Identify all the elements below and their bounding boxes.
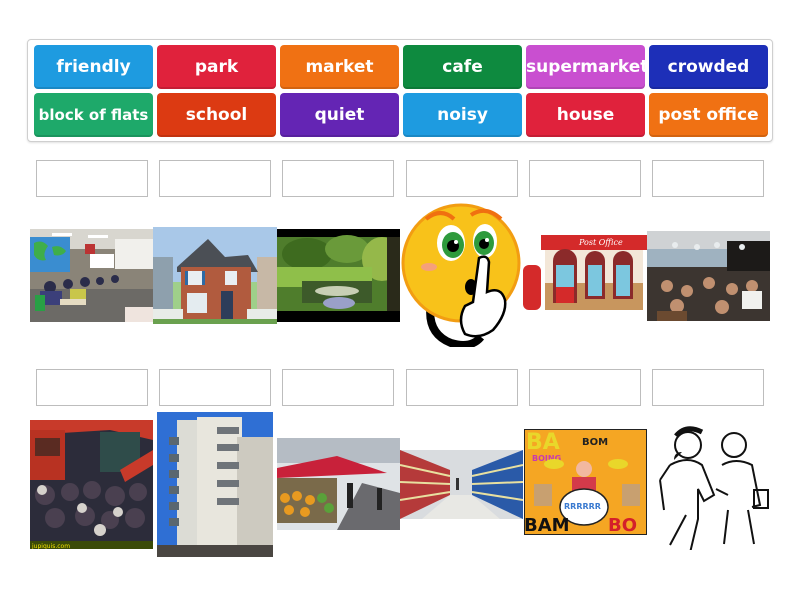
drop-zone[interactable] xyxy=(159,369,271,406)
tile-post-office[interactable]: post office xyxy=(649,93,768,137)
image-crowded-bus: jupiquis.com xyxy=(30,420,153,549)
image-noisy-drummer: BA BOM BOING RRRRRR BAM BO xyxy=(524,429,647,541)
tile-house[interactable]: house xyxy=(526,93,645,137)
word-bank: friendly park market cafe supermarket cr… xyxy=(27,39,773,142)
drop-zone[interactable] xyxy=(652,160,764,197)
drop-zone[interactable] xyxy=(406,369,518,406)
image-school-classroom xyxy=(30,229,153,322)
comic-bom: BOM xyxy=(582,437,608,448)
tile-market[interactable]: market xyxy=(280,45,399,89)
drop-zone[interactable] xyxy=(282,160,394,197)
image-park xyxy=(277,229,400,322)
drop-zone[interactable] xyxy=(36,369,148,406)
comic-bam: BAM xyxy=(524,515,570,536)
tile-school[interactable]: school xyxy=(157,93,276,137)
image-house xyxy=(153,227,277,324)
svg-text:BA: BA xyxy=(526,430,560,455)
image-friendly-handshake xyxy=(648,420,772,550)
tile-supermarket[interactable]: supermarket xyxy=(526,45,648,89)
drop-zone[interactable] xyxy=(529,160,641,197)
drop-zone[interactable] xyxy=(282,369,394,406)
post-office-sign: Post Office xyxy=(578,238,623,247)
svg-text:BO: BO xyxy=(608,515,637,536)
tile-cafe[interactable]: cafe xyxy=(403,45,522,89)
image-supermarket xyxy=(400,450,523,519)
tile-block-of-flats[interactable]: block of flats xyxy=(34,93,153,137)
tile-noisy[interactable]: noisy xyxy=(403,93,522,137)
comic-rrr: RRRRRR xyxy=(564,502,601,511)
image-quiet-emoji xyxy=(401,203,522,347)
tile-crowded[interactable]: crowded xyxy=(649,45,768,89)
image-post-office: Post Office xyxy=(523,233,647,319)
tile-friendly[interactable]: friendly xyxy=(34,45,153,89)
tile-park[interactable]: park xyxy=(157,45,276,89)
drop-zone[interactable] xyxy=(159,160,271,197)
image-cafe xyxy=(647,231,770,321)
tile-quiet[interactable]: quiet xyxy=(280,93,399,137)
image-market xyxy=(277,438,400,530)
drop-zone[interactable] xyxy=(529,369,641,406)
drop-zone[interactable] xyxy=(652,369,764,406)
drop-zone[interactable] xyxy=(406,160,518,197)
drop-zone[interactable] xyxy=(36,160,148,197)
image-watermark: jupiquis.com xyxy=(31,543,70,549)
image-block-of-flats xyxy=(157,412,273,557)
